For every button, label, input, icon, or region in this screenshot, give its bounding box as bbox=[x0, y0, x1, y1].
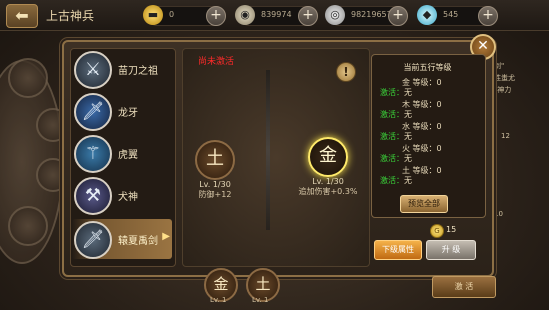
weapon-silhouette bbox=[266, 70, 270, 230]
weapon-item[interactable]: ⚔ 苗刀之祖 bbox=[72, 49, 172, 89]
weapon-item[interactable]: 🗡 龙牙 bbox=[72, 91, 172, 131]
silver-ring-icon: ◎ bbox=[325, 5, 345, 25]
weapon-item[interactable]: ⚚ 虎翼 bbox=[72, 133, 172, 173]
resource-coins: ◉ 839974 + bbox=[235, 5, 318, 26]
axe-icon: ⚒ bbox=[74, 177, 112, 215]
metal-orb: 金 bbox=[308, 137, 348, 177]
staff-icon: ⚚ bbox=[74, 135, 112, 173]
top-bar: ⬅ 上古神兵 ▬ 0 + ◉ 839974 + ◎ 9821965725 + ◆… bbox=[0, 0, 549, 31]
resource-gems: ◆ 545 + bbox=[417, 5, 498, 26]
metal-effect: 追加伤害+0.3% bbox=[298, 187, 358, 196]
gem-icon: ◆ bbox=[417, 5, 437, 25]
add-gold-button[interactable]: + bbox=[206, 6, 226, 26]
bottom-metal-level: Lv. 1 bbox=[210, 296, 227, 304]
blade-icon: ⚔ bbox=[74, 51, 112, 89]
info-icon[interactable]: ! bbox=[336, 62, 356, 82]
earth-effect: 防御+12 bbox=[198, 190, 232, 199]
resource-silver: ◎ 9821965725 + bbox=[325, 5, 408, 26]
earth-orb: 土 bbox=[195, 140, 235, 180]
element-row-earth: 土 等级：0 激活：无 bbox=[380, 166, 442, 185]
weapon-item[interactable]: ⚒ 犬神 bbox=[72, 175, 172, 215]
gold-ingot-icon: ▬ bbox=[143, 5, 163, 25]
weapon-item-selected[interactable]: 🗡 辕夏禹剑 ▶ bbox=[72, 219, 172, 259]
resource-gold-ingot: ▬ 0 + bbox=[143, 5, 226, 26]
left-deco-orb-1 bbox=[8, 58, 48, 98]
upgrade-button[interactable]: 升 级 bbox=[426, 240, 476, 260]
five-elements-title: 当前五行等级 bbox=[403, 63, 452, 72]
element-row-fire: 火 等级：0 激活：无 bbox=[380, 144, 442, 163]
metal-level: Lv. 1/30 bbox=[312, 177, 344, 186]
element-row-wood: 木 等级：0 激活：无 bbox=[380, 100, 442, 119]
arrow-left-icon: ⬅ bbox=[15, 6, 29, 25]
bottom-earth-level: Lv. 1 bbox=[252, 296, 269, 304]
add-silver-button[interactable]: + bbox=[388, 6, 408, 26]
add-coins-button[interactable]: + bbox=[298, 6, 318, 26]
left-deco-orb-4 bbox=[8, 206, 48, 246]
selected-arrow-icon: ▶ bbox=[162, 231, 170, 242]
preview-all-button[interactable]: 预览全部 bbox=[400, 195, 448, 213]
page-title: 上古神兵 bbox=[46, 9, 95, 23]
sword-icon: 🗡 bbox=[74, 221, 112, 259]
close-icon: ✕ bbox=[477, 38, 489, 54]
activation-status: 尚未激活 bbox=[198, 57, 235, 67]
element-row-water: 水 等级：0 激活：无 bbox=[380, 122, 442, 141]
earth-level: Lv. 1/30 bbox=[199, 180, 231, 189]
add-gems-button[interactable]: + bbox=[478, 6, 498, 26]
back-button[interactable]: ⬅ bbox=[6, 4, 38, 28]
metal-element[interactable]: 金 Lv. 1/30 追加伤害+0.3% bbox=[288, 137, 368, 197]
dagger-icon: 🗡 bbox=[74, 93, 112, 131]
activate-button[interactable]: 激 活 bbox=[432, 276, 496, 298]
upgrade-cost: 15 bbox=[446, 225, 457, 234]
coin-stack-icon: ◉ bbox=[235, 5, 255, 25]
side-description-text: 剑" 胜蚩尤 "神力 ：12 10 bbox=[494, 62, 515, 218]
element-row-metal: 金 等级：0 激活：无 bbox=[380, 78, 442, 97]
next-level-attributes-button[interactable]: 下级属性 bbox=[374, 240, 422, 260]
earth-element[interactable]: 土 Lv. 1/30 防御+12 bbox=[190, 140, 240, 200]
coin-icon: G bbox=[430, 224, 444, 238]
